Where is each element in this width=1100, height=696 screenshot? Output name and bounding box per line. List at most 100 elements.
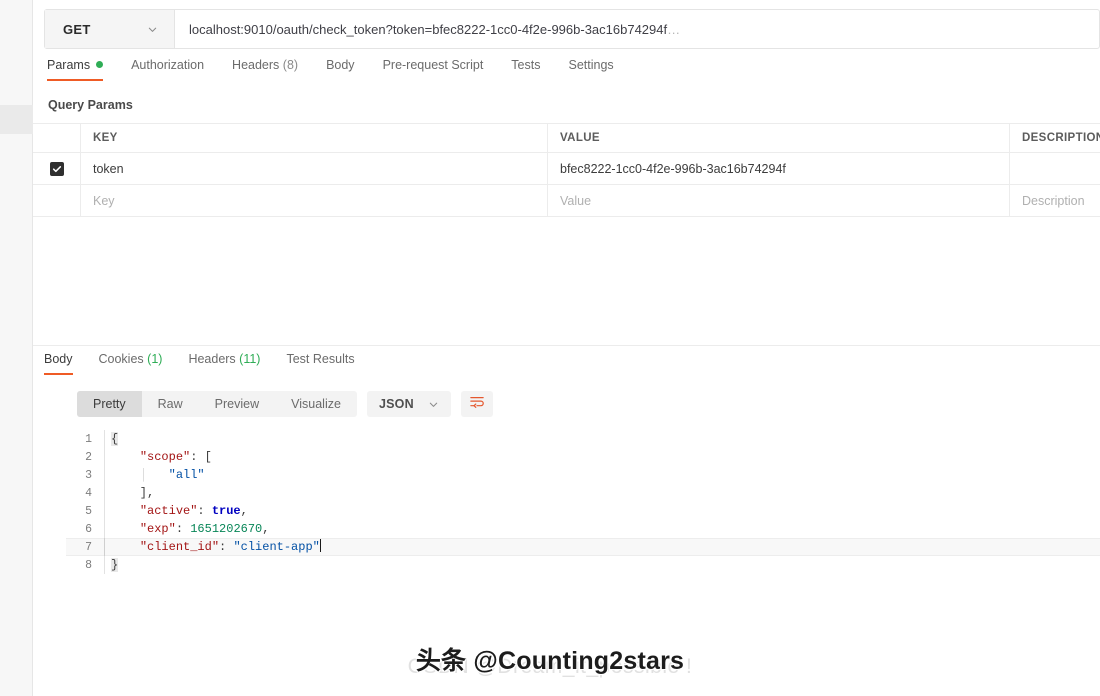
query-params-title: Query Params bbox=[48, 98, 133, 112]
row-checkbox-cell-empty bbox=[33, 185, 81, 216]
json-key-client-id: "client_id" bbox=[139, 540, 220, 554]
line-number: 8 bbox=[85, 558, 92, 572]
json-value-scope-item: "all" bbox=[168, 468, 205, 482]
tab-tests[interactable]: Tests bbox=[497, 58, 554, 81]
postman-window: GET localhost:9010/oauth/check_token?tok… bbox=[0, 0, 1100, 696]
tab-params-label: Params bbox=[47, 58, 91, 72]
tab-authorization[interactable]: Authorization bbox=[117, 58, 218, 81]
url-truncation-ellipsis: … bbox=[667, 21, 681, 37]
response-tab-body[interactable]: Body bbox=[44, 352, 86, 375]
left-rail[interactable] bbox=[0, 0, 33, 696]
request-tabs: Params Authorization Headers (8) Body Pr… bbox=[44, 58, 628, 88]
row-checkbox-cell bbox=[33, 153, 81, 184]
response-format-select[interactable]: JSON bbox=[366, 391, 451, 417]
line-number: 2 bbox=[85, 450, 92, 464]
tab-authorization-label: Authorization bbox=[131, 58, 205, 72]
tab-body-label: Body bbox=[326, 58, 355, 72]
code-text: "exp": 1651202670, bbox=[104, 520, 1100, 538]
code-line: 8 } bbox=[66, 556, 1100, 574]
code-line: 1 { bbox=[66, 430, 1100, 448]
tab-headers[interactable]: Headers (8) bbox=[218, 58, 312, 81]
code-text: "active": true, bbox=[104, 502, 1100, 520]
tab-headers-label: Headers bbox=[232, 58, 280, 72]
view-mode-pretty[interactable]: Pretty bbox=[77, 391, 142, 417]
new-param-value-input[interactable]: Value bbox=[548, 185, 1010, 216]
code-text: { bbox=[104, 430, 1100, 448]
response-tab-test-results[interactable]: Test Results bbox=[273, 352, 367, 375]
json-value-exp: 1651202670 bbox=[190, 522, 263, 536]
view-mode-raw[interactable]: Raw bbox=[142, 391, 199, 417]
code-text: │ "all" bbox=[104, 466, 1100, 484]
query-params-table: KEY VALUE DESCRIPTION token bfec8222-1cc… bbox=[33, 123, 1100, 217]
response-body-editor[interactable]: 1 { 2 "scope": [ 3 │ "all" 4 ], 5 "activ… bbox=[66, 430, 1100, 590]
table-header-row: KEY VALUE DESCRIPTION bbox=[33, 124, 1100, 153]
view-mode-preview[interactable]: Preview bbox=[199, 391, 275, 417]
response-tab-headers-label: Headers bbox=[188, 352, 236, 366]
tab-settings[interactable]: Settings bbox=[554, 58, 627, 81]
json-key-active: "active" bbox=[139, 504, 198, 518]
json-value-active: true bbox=[211, 504, 241, 518]
response-tab-test-results-label: Test Results bbox=[286, 352, 355, 366]
response-tab-cookies-label: Cookies bbox=[98, 352, 144, 366]
param-description-input[interactable] bbox=[1010, 153, 1100, 184]
response-view-mode-group: Pretty Raw Preview Visualize bbox=[77, 391, 357, 417]
param-enabled-checkbox[interactable] bbox=[49, 161, 64, 176]
word-wrap-icon bbox=[469, 395, 485, 414]
header-cell-description: DESCRIPTION bbox=[1022, 132, 1100, 144]
header-cell-value: VALUE bbox=[548, 124, 1010, 152]
tab-settings-label: Settings bbox=[568, 58, 614, 72]
response-tab-body-label: Body bbox=[44, 352, 73, 366]
response-tab-headers[interactable]: Headers (11) bbox=[175, 352, 273, 375]
url-input[interactable]: localhost:9010/oauth/check_token?token=b… bbox=[175, 10, 1099, 48]
param-key-input[interactable]: token bbox=[81, 153, 548, 184]
code-line: 2 "scope": [ bbox=[66, 448, 1100, 466]
code-text: } bbox=[104, 556, 1100, 574]
code-text: "client_id": "client-app" bbox=[104, 538, 1100, 556]
json-value-client-id: "client-app" bbox=[233, 540, 320, 554]
new-param-description-input[interactable]: Description bbox=[1010, 185, 1100, 216]
url-text: localhost:9010/oauth/check_token?token=b… bbox=[189, 21, 668, 37]
tab-body[interactable]: Body bbox=[312, 58, 369, 81]
line-number: 3 bbox=[85, 468, 92, 482]
table-row: token bfec8222-1cc0-4f2e-996b-3ac16b7429… bbox=[33, 153, 1100, 185]
pane-divider[interactable] bbox=[33, 345, 1100, 346]
code-text: ], bbox=[104, 484, 1100, 502]
code-line: 6 "exp": 1651202670, bbox=[66, 520, 1100, 538]
response-tab-headers-count: (11) bbox=[239, 352, 261, 366]
word-wrap-toggle[interactable] bbox=[460, 391, 493, 417]
response-format-label: JSON bbox=[378, 397, 414, 411]
table-row-empty: Key Value Description bbox=[33, 185, 1100, 217]
tab-pre-request-script[interactable]: Pre-request Script bbox=[369, 58, 498, 81]
response-view-controls: Pretty Raw Preview Visualize JSON bbox=[77, 391, 493, 417]
tab-params[interactable]: Params bbox=[44, 58, 117, 81]
code-line-active: 7 "client_id": "client-app" bbox=[66, 538, 1100, 556]
code-text: "scope": [ bbox=[104, 448, 1100, 466]
line-number: 6 bbox=[85, 522, 92, 536]
http-method-select[interactable]: GET bbox=[45, 10, 175, 48]
code-line: 4 ], bbox=[66, 484, 1100, 502]
chevron-down-icon bbox=[428, 399, 439, 410]
line-number: 1 bbox=[85, 432, 92, 446]
new-param-key-input[interactable]: Key bbox=[81, 185, 548, 216]
tab-tests-label: Tests bbox=[511, 58, 541, 72]
code-line: 3 │ "all" bbox=[66, 466, 1100, 484]
line-number: 5 bbox=[85, 504, 92, 518]
url-bar: GET localhost:9010/oauth/check_token?tok… bbox=[44, 9, 1100, 49]
http-method-label: GET bbox=[63, 21, 91, 37]
json-key-scope: "scope" bbox=[139, 450, 191, 464]
response-tab-cookies[interactable]: Cookies (1) bbox=[86, 352, 176, 375]
chevron-down-icon bbox=[147, 24, 158, 35]
params-modified-dot-icon bbox=[96, 61, 104, 69]
param-value-input[interactable]: bfec8222-1cc0-4f2e-996b-3ac16b74294f bbox=[548, 153, 1010, 184]
tab-pre-request-script-label: Pre-request Script bbox=[382, 58, 484, 72]
header-cell-select bbox=[33, 124, 81, 152]
header-cell-key: KEY bbox=[81, 124, 548, 152]
tab-headers-count: (8) bbox=[282, 58, 299, 72]
code-line: 5 "active": true, bbox=[66, 502, 1100, 520]
line-number: 7 bbox=[85, 540, 92, 554]
main-panel: GET localhost:9010/oauth/check_token?tok… bbox=[33, 0, 1100, 696]
response-tab-cookies-count: (1) bbox=[147, 352, 163, 366]
view-mode-visualize[interactable]: Visualize bbox=[275, 391, 357, 417]
json-key-exp: "exp" bbox=[139, 522, 176, 536]
left-rail-active-item[interactable] bbox=[0, 105, 33, 134]
